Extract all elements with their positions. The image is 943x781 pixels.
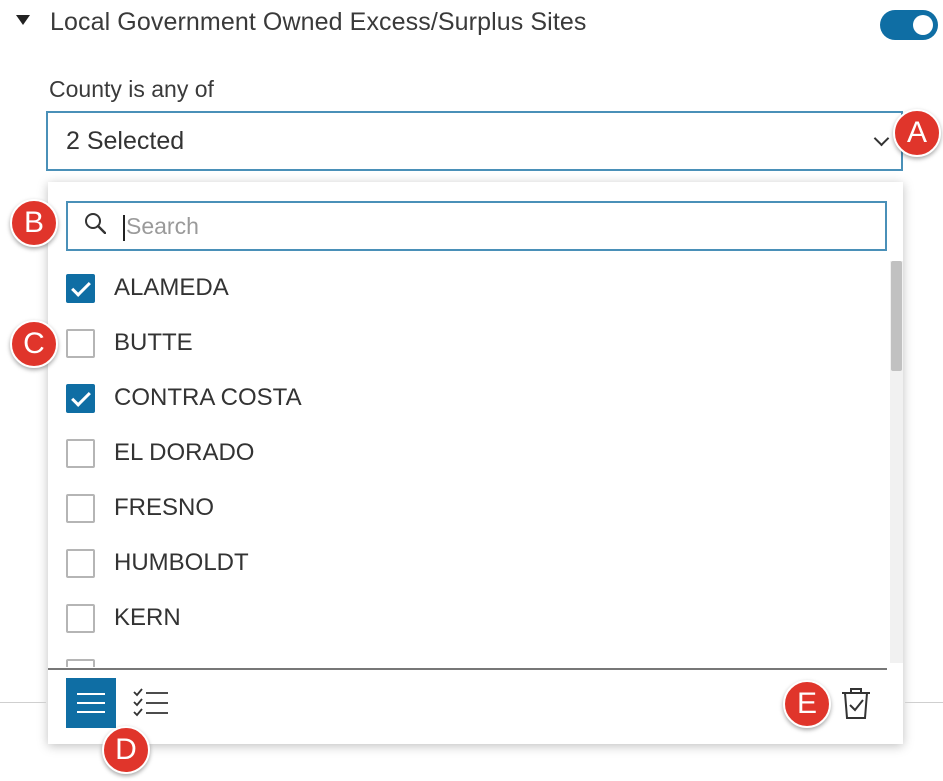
checkbox[interactable] [66,329,95,358]
scrollbar[interactable] [890,261,903,663]
callout-badge-d: D [102,726,150,774]
county-list: ALAMEDA BUTTE CONTRA COSTA EL DORADO FRE… [48,261,890,667]
layer-toggle[interactable] [880,10,938,40]
list-item-partial[interactable] [48,646,890,667]
checklist-icon[interactable] [130,685,170,721]
filter-label: County is any of [49,76,214,102]
search-icon [85,213,106,234]
list-item[interactable]: BUTTE [48,316,890,371]
checkbox[interactable] [66,494,95,523]
callout-badge-e: E [783,680,831,728]
checkbox[interactable] [66,549,95,578]
search-box[interactable] [66,201,887,251]
list-item-label: KERN [114,604,181,631]
list-view-button[interactable] [66,678,116,728]
list-item[interactable]: EL DORADO [48,426,890,481]
text-cursor [123,215,125,241]
layer-row: Local Government Owned Excess/Surplus Si… [0,0,943,50]
list-item-label: CONTRA COSTA [114,384,302,411]
checkbox[interactable] [66,439,95,468]
footer-divider [48,668,887,670]
list-item[interactable]: FRESNO [48,481,890,536]
list-item-label: BUTTE [114,329,193,356]
list-item-label: HUMBOLDT [114,549,249,576]
callout-badge-a: A [893,109,941,157]
trash-check-icon[interactable] [838,685,874,721]
list-item[interactable]: CONTRA COSTA [48,371,890,426]
county-select[interactable]: 2 Selected [46,111,903,171]
toggle-knob [913,15,933,35]
list-icon [77,693,105,695]
list-item[interactable]: HUMBOLDT [48,536,890,591]
panel-divider [905,702,943,703]
county-dropdown: ALAMEDA BUTTE CONTRA COSTA EL DORADO FRE… [48,182,903,744]
checkbox[interactable] [66,384,95,413]
callout-badge-b: B [10,199,58,247]
callout-badge-c: C [10,320,58,368]
checkbox[interactable] [66,274,95,303]
chevron-down-icon [873,130,890,147]
list-item-label: EL DORADO [114,439,255,466]
list-item-label: ALAMEDA [114,274,229,301]
list-item[interactable]: KERN [48,591,890,646]
list-icon-line [77,702,105,704]
panel-divider [0,702,46,703]
list-icon-line [77,711,105,713]
select-value: 2 Selected [66,127,185,155]
checkbox[interactable] [66,659,95,667]
list-item-label: FRESNO [114,494,215,521]
caret-down-icon[interactable] [16,15,30,25]
search-input[interactable] [126,206,866,246]
scrollbar-thumb[interactable] [891,261,902,371]
layer-title: Local Government Owned Excess/Surplus Si… [50,8,587,36]
checkbox[interactable] [66,604,95,633]
list-item[interactable]: ALAMEDA [48,261,890,316]
